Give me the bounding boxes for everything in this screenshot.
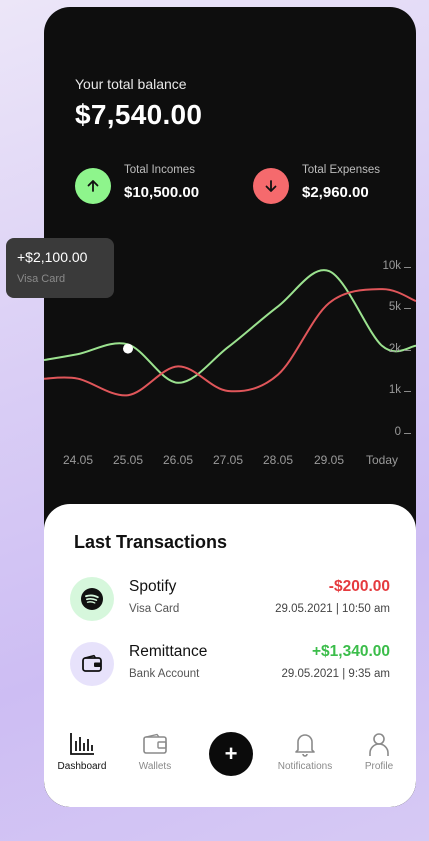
x-tick-label: 26.05 (162, 453, 194, 467)
y-tick-label: 0 (394, 426, 401, 438)
transaction-date: 29.05.2021 | 9:35 am (281, 668, 391, 680)
balance-label: Your total balance (75, 76, 187, 92)
user-icon (344, 729, 414, 759)
add-button[interactable]: + (209, 732, 253, 776)
nav-wallets-label: Wallets (138, 761, 172, 772)
wallet-icon (120, 729, 190, 759)
plus-icon: + (224, 741, 238, 766)
highlight-point[interactable] (123, 343, 133, 354)
arrow-down-icon (253, 168, 289, 204)
y-tick-mark (404, 308, 411, 309)
y-tick-mark (404, 391, 411, 392)
transaction-row-remittance[interactable]: Remittance Bank Account +$1,340.00 29.05… (70, 640, 396, 686)
x-tick-label: 24.05 (62, 453, 94, 467)
nav-dashboard[interactable]: Dashboard (47, 729, 117, 772)
x-tick-label: 28.05 (262, 453, 294, 467)
transaction-row-spotify[interactable]: Spotify Visa Card -$200.00 29.05.2021 | … (70, 575, 396, 621)
expenses-value: $2,960.00 (302, 184, 369, 201)
bar-chart-icon (47, 729, 117, 759)
nav-profile[interactable]: Profile (344, 729, 414, 772)
transaction-name: Spotify (129, 578, 177, 595)
nav-profile-label: Profile (364, 761, 394, 772)
nav-wallets[interactable]: Wallets (120, 729, 190, 772)
transaction-name: Remittance (129, 643, 208, 660)
series-line-1 (44, 288, 416, 397)
transaction-source: Bank Account (129, 668, 200, 680)
transaction-date: 29.05.2021 | 10:50 am (275, 603, 390, 615)
nav-dashboard-label: Dashboard (57, 761, 107, 772)
transaction-amount: +$1,340.00 (311, 643, 390, 660)
bell-icon (270, 729, 340, 759)
incomes-value: $10,500.00 (124, 184, 200, 201)
transaction-amount: -$200.00 (328, 578, 390, 595)
nav-notifications-label: Notifications (277, 761, 333, 772)
x-tick-label: 27.05 (212, 453, 244, 467)
y-tick-label: 10k (382, 260, 401, 272)
nav-notifications[interactable]: Notifications (270, 729, 340, 772)
y-tick-label: 5k (388, 301, 401, 313)
spotify-icon (70, 577, 114, 621)
arrow-up-icon (75, 168, 111, 204)
y-tick-label: 1k (388, 384, 401, 396)
phone-screen: Your total balance $7,540.00 Total Incom… (44, 7, 416, 807)
y-tick-mark (404, 433, 411, 434)
tooltip-card: Visa Card (17, 273, 66, 285)
x-tick-label: Today (365, 453, 399, 467)
y-tick-mark (404, 350, 411, 351)
transaction-source: Visa Card (129, 603, 180, 615)
balance-amount: $7,540.00 (75, 99, 203, 130)
x-tick-label: 25.05 (112, 453, 144, 467)
x-tick-label: 29.05 (313, 453, 345, 467)
incomes-label: Total Incomes (124, 164, 195, 176)
tooltip-amount: +$2,100.00 (17, 249, 88, 265)
chart-tooltip: +$2,100.00 Visa Card (6, 238, 114, 298)
transactions-title: Last Transactions (74, 532, 228, 552)
y-tick-label: 2k (388, 343, 401, 355)
wallet-icon (70, 642, 114, 686)
y-tick-mark (404, 267, 411, 268)
expenses-label: Total Expenses (302, 164, 380, 176)
